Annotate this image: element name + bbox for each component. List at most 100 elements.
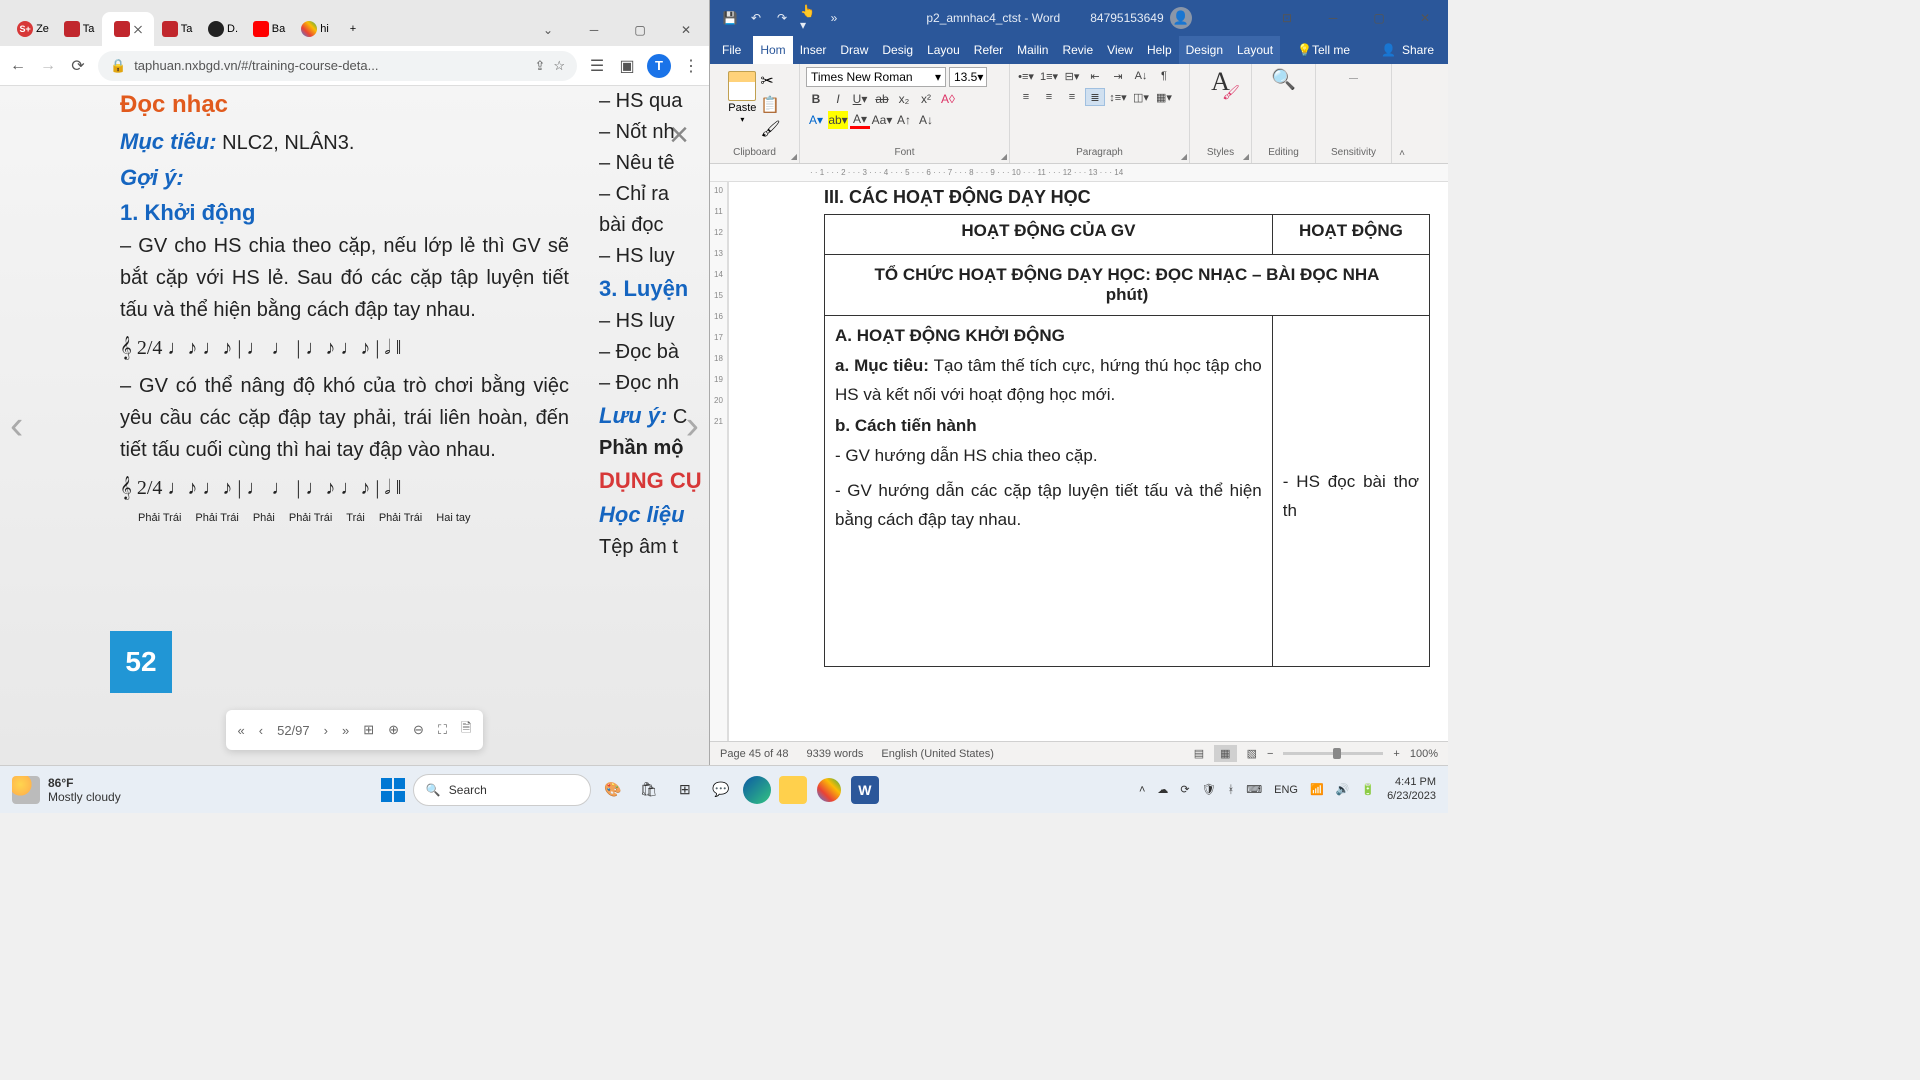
change-case-button[interactable]: Aa▾ bbox=[872, 111, 892, 129]
vertical-ruler[interactable]: 101112131415161718192021 bbox=[710, 182, 728, 741]
tray-clock[interactable]: 4:41 PM 6/23/2023 bbox=[1387, 776, 1436, 802]
taskbar-app-edge[interactable] bbox=[743, 776, 771, 804]
start-button[interactable] bbox=[381, 778, 405, 802]
taskbar-app-taskview[interactable]: ⊞ bbox=[671, 776, 699, 804]
share-icon[interactable]: ⇪ bbox=[534, 58, 545, 74]
format-painter-icon[interactable]: 🖌 bbox=[760, 119, 780, 139]
tab-search-button[interactable]: ⌄ bbox=[525, 14, 571, 46]
collapse-ribbon-button[interactable]: ˄ bbox=[1392, 64, 1412, 163]
minimize-button[interactable]: ─ bbox=[571, 14, 617, 46]
align-center-button[interactable]: ≡ bbox=[1039, 88, 1059, 106]
reload-button[interactable]: ⟳ bbox=[68, 56, 88, 76]
menu-button[interactable]: ⋮ bbox=[681, 56, 701, 76]
tray-onedrive-icon[interactable]: ☁ bbox=[1157, 783, 1168, 796]
cut-icon[interactable]: ✂ bbox=[760, 71, 780, 91]
browser-tab[interactable]: Ta bbox=[154, 12, 200, 46]
browser-tab[interactable]: S+Ze bbox=[10, 12, 56, 46]
document-page[interactable]: III. CÁC HOẠT ĐỘNG DẠY HỌC HOẠT ĐỘNG CỦA… bbox=[728, 182, 1448, 741]
dialog-launcher-icon[interactable]: ◢ bbox=[1181, 152, 1187, 161]
star-icon[interactable]: ☆ bbox=[553, 58, 565, 74]
font-family-select[interactable]: Times New Roman▾ bbox=[806, 67, 946, 87]
weather-widget[interactable]: 86°F Mostly cloudy bbox=[12, 776, 121, 804]
numbering-button[interactable]: 1≡▾ bbox=[1039, 67, 1059, 85]
dialog-launcher-icon[interactable]: ◢ bbox=[1243, 152, 1249, 161]
tab-mailings[interactable]: Mailin bbox=[1010, 36, 1055, 64]
zoom-out-button[interactable]: − bbox=[1267, 748, 1273, 760]
taskbar-search[interactable]: 🔍Search bbox=[413, 774, 591, 806]
text-effects-button[interactable]: A▾ bbox=[806, 111, 826, 129]
tray-keyboard-icon[interactable]: ⌨ bbox=[1246, 783, 1262, 796]
reading-list-icon[interactable]: ☰ bbox=[587, 56, 607, 76]
bullets-button[interactable]: •≡▾ bbox=[1016, 67, 1036, 85]
minimize-button[interactable]: ─ bbox=[1310, 2, 1356, 34]
tray-volume-icon[interactable]: 🔊 bbox=[1336, 783, 1350, 796]
tab-help[interactable]: Help bbox=[1140, 36, 1179, 64]
increase-indent-button[interactable]: ⇥ bbox=[1108, 67, 1128, 85]
find-button[interactable]: 🔍 bbox=[1271, 67, 1296, 92]
tab-table-design[interactable]: Design bbox=[1179, 36, 1230, 64]
address-bar[interactable]: 🔒 taphuan.nxbgd.vn/#/training-course-det… bbox=[98, 51, 577, 81]
page-icon[interactable]: 🗎 bbox=[461, 719, 471, 741]
align-right-button[interactable]: ≡ bbox=[1062, 88, 1082, 106]
back-button[interactable]: ← bbox=[8, 56, 28, 76]
read-mode-button[interactable]: ▤ bbox=[1194, 747, 1204, 760]
decrease-indent-button[interactable]: ⇤ bbox=[1085, 67, 1105, 85]
tray-battery-icon[interactable]: 🔋 bbox=[1361, 783, 1375, 796]
tray-bluetooth-icon[interactable]: ᚼ bbox=[1228, 784, 1235, 796]
account-area[interactable]: 84795153649 👤 bbox=[1090, 7, 1191, 29]
taskbar-app-widget1[interactable]: 🎨 bbox=[599, 776, 627, 804]
last-page-button[interactable]: » bbox=[342, 723, 349, 738]
taskbar-app-word[interactable]: W bbox=[851, 776, 879, 804]
forward-button[interactable]: → bbox=[38, 56, 58, 76]
tab-insert[interactable]: Inser bbox=[793, 36, 834, 64]
close-icon[interactable] bbox=[133, 24, 143, 34]
shading-button[interactable]: ◫▾ bbox=[1131, 88, 1151, 106]
taskbar-app-explorer[interactable] bbox=[779, 776, 807, 804]
justify-button[interactable]: ≣ bbox=[1085, 88, 1105, 106]
tab-home[interactable]: Hom bbox=[753, 36, 792, 64]
tab-design[interactable]: Desig bbox=[875, 36, 920, 64]
highlight-button[interactable]: ab▾ bbox=[828, 111, 848, 129]
browser-tab[interactable]: hi bbox=[292, 12, 338, 46]
tab-references[interactable]: Refer bbox=[967, 36, 1010, 64]
next-page-button[interactable]: › bbox=[324, 723, 328, 738]
browser-tab[interactable]: D. bbox=[200, 12, 246, 46]
paste-button[interactable]: Paste▾ bbox=[728, 71, 756, 139]
browser-tab-active[interactable] bbox=[102, 12, 154, 46]
horizontal-ruler[interactable]: · · 1 · · · 2 · · · 3 · · · 4 · · · 5 · … bbox=[710, 164, 1448, 182]
tab-file[interactable]: File bbox=[710, 36, 753, 64]
underline-button[interactable]: U▾ bbox=[850, 90, 870, 108]
tray-wifi-icon[interactable]: 📶 bbox=[1310, 783, 1324, 796]
web-layout-button[interactable]: ▧ bbox=[1247, 747, 1257, 760]
zoom-in-button[interactable]: ⊕ bbox=[388, 722, 399, 738]
tab-review[interactable]: Revie bbox=[1055, 36, 1100, 64]
tray-overflow-icon[interactable]: ˄ bbox=[1139, 784, 1145, 796]
font-color-button[interactable]: A▾ bbox=[850, 111, 870, 129]
browser-tab[interactable]: Ta bbox=[56, 12, 102, 46]
tab-table-layout[interactable]: Layout bbox=[1230, 36, 1280, 64]
tell-me-search[interactable]: 💡 Tell me bbox=[1290, 36, 1357, 64]
print-layout-button[interactable]: ▦ bbox=[1214, 745, 1236, 762]
maximize-button[interactable]: ▢ bbox=[617, 14, 663, 46]
taskbar-app-widget2[interactable]: 🛍 bbox=[635, 776, 663, 804]
show-marks-button[interactable]: ¶ bbox=[1154, 67, 1174, 85]
grid-view-button[interactable]: ⊞ bbox=[363, 722, 374, 738]
close-button[interactable]: ✕ bbox=[1402, 2, 1448, 34]
italic-button[interactable]: I bbox=[828, 90, 848, 108]
sidepanel-icon[interactable]: ▣ bbox=[617, 56, 637, 76]
dialog-launcher-icon[interactable]: ◢ bbox=[1001, 152, 1007, 161]
maximize-button[interactable]: ▢ bbox=[1356, 2, 1402, 34]
new-tab-button[interactable]: + bbox=[338, 12, 368, 46]
shrink-font-button[interactable]: A↓ bbox=[916, 111, 936, 129]
browser-tab[interactable]: Ba bbox=[246, 12, 292, 46]
multilevel-button[interactable]: ⊟▾ bbox=[1062, 67, 1082, 85]
touch-mode-icon[interactable]: 👆▾ bbox=[800, 10, 816, 26]
bold-button[interactable]: B bbox=[806, 90, 826, 108]
tab-layout[interactable]: Layou bbox=[920, 36, 967, 64]
taskbar-app-chrome[interactable] bbox=[815, 776, 843, 804]
copy-icon[interactable]: 📋 bbox=[760, 95, 780, 115]
status-language[interactable]: English (United States) bbox=[881, 748, 994, 760]
sort-button[interactable]: A↓ bbox=[1131, 67, 1151, 85]
superscript-button[interactable]: x² bbox=[916, 90, 936, 108]
strike-button[interactable]: ab bbox=[872, 90, 892, 108]
